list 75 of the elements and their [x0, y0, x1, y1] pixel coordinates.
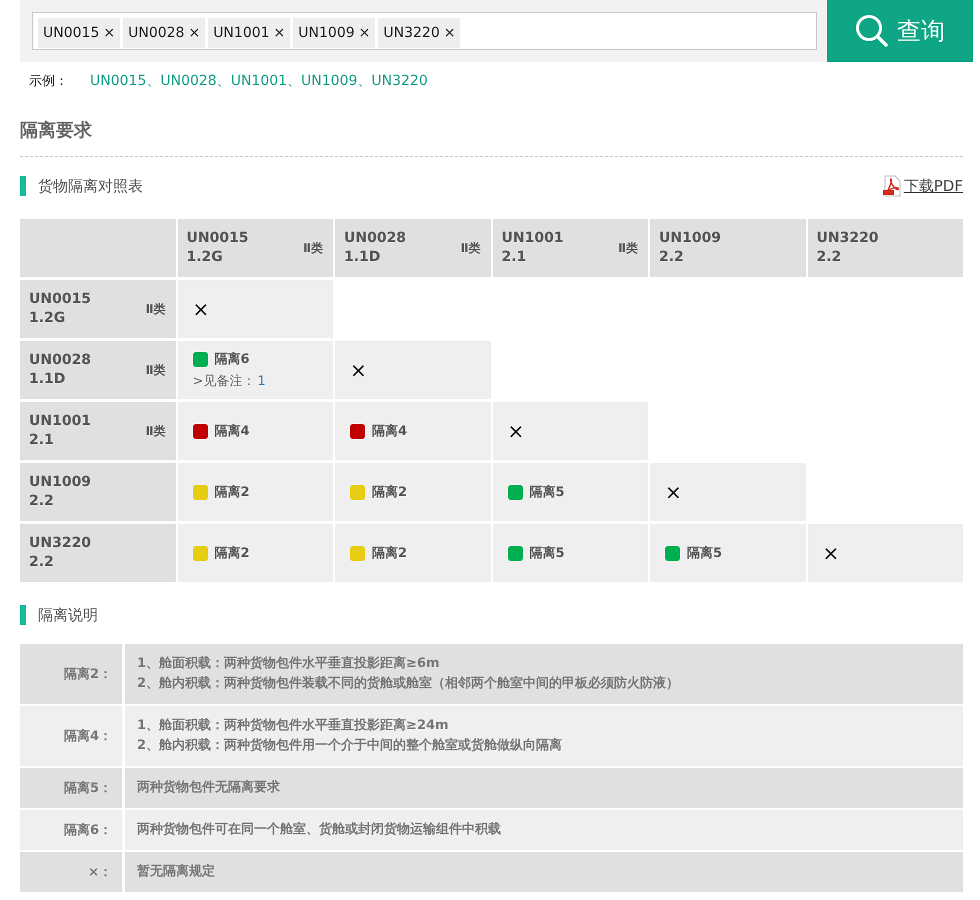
remove-tag-button[interactable]: × — [444, 25, 456, 41]
legend-title: 隔离说明 — [38, 606, 98, 624]
section-title: 隔离要求 — [20, 119, 93, 142]
level-label: 隔离5 — [530, 484, 565, 501]
legend-text: 两种货物包件无隔离要求 — [137, 778, 281, 797]
package-group: Ⅱ类 — [146, 362, 166, 378]
tag-label: UN0028 — [128, 25, 184, 41]
legend-text: 1、舱面积载：两种货物包件水平垂直投影距离≥24m — [137, 716, 450, 735]
remove-tag-button[interactable]: × — [274, 25, 286, 41]
remove-tag-button[interactable]: × — [358, 25, 370, 41]
pdf-icon — [882, 175, 902, 197]
un-number: UN3220 — [29, 534, 92, 553]
package-group: Ⅱ类 — [146, 300, 166, 318]
un-number: UN1009 — [29, 473, 92, 492]
tag-label: UN0015 — [43, 25, 100, 41]
package-group: Ⅱ类 — [460, 240, 480, 256]
hazard-class: 2.2 — [659, 248, 685, 267]
accent-bar — [20, 605, 26, 625]
hazard-class: 2.2 — [29, 492, 55, 511]
legend-label: ×： — [20, 852, 122, 892]
none-mark: × — [822, 543, 840, 563]
level-label: 隔离5 — [530, 544, 565, 562]
hazard-class: 2.2 — [816, 248, 842, 267]
tag-label: UN1009 — [298, 25, 355, 41]
hazard-class: 2.1 — [502, 248, 528, 267]
tag-label: UN3220 — [383, 25, 440, 41]
example-label: 示例： — [29, 73, 68, 90]
hazard-class: 1.2G — [29, 309, 66, 328]
legend-label: 隔离4： — [20, 706, 122, 766]
level-label: 隔离2 — [214, 544, 250, 562]
none-mark: × — [192, 299, 210, 319]
package-group: Ⅱ类 — [618, 240, 638, 256]
un-number: UN0028 — [344, 229, 406, 248]
level-label: 隔离4 — [214, 422, 250, 440]
legend-label: 隔离2： — [20, 644, 122, 704]
none-mark: × — [508, 421, 526, 441]
none-mark: × — [665, 482, 683, 502]
table-title: 货物隔离对照表 — [38, 176, 143, 196]
legend-text: 2、舱内积载：两种货物包件装载不同的货舱或舱室（相邻两个舱室中间的甲板必须防火防液） — [137, 674, 680, 693]
package-group: Ⅱ类 — [146, 422, 166, 440]
un-number: UN1009 — [659, 229, 722, 248]
hazard-class: 1.1D — [344, 248, 382, 267]
un-number: UN0015 — [29, 290, 92, 309]
tag-label: UN1001 — [213, 25, 270, 41]
package-group: Ⅱ类 — [303, 240, 323, 256]
hazard-class: 2.1 — [29, 431, 55, 450]
note-label: >见备注： — [192, 374, 256, 389]
remove-tag-button[interactable]: × — [103, 25, 116, 41]
legend-text: 两种货物包件可在同一个舱室、货舱或封闭货物运输组件中积载 — [137, 820, 502, 839]
un-number: UN1001 — [29, 412, 92, 431]
legend-text: 2、舱内积载：两种货物包件用一个介于中间的整个舱室或货舱做纵向隔离 — [137, 736, 564, 755]
legend-label: 隔离5： — [20, 768, 122, 808]
search-icon — [855, 14, 889, 48]
un-number: UN3220 — [816, 229, 879, 248]
level-label: 隔离2 — [214, 484, 250, 501]
search-field[interactable]: UN0015 × UN0028 × UN1001 × UN1009 × UN3220 × — [32, 12, 817, 50]
legend-text: 暂无隔离规定 — [137, 862, 216, 881]
level-label: 隔离2 — [372, 484, 408, 501]
hazard-class: 1.2G — [186, 248, 224, 267]
un-number: UN0028 — [29, 351, 92, 370]
note-link[interactable]: 1 — [257, 374, 266, 389]
un-number: UN1001 — [502, 229, 564, 248]
remove-tag-button[interactable]: × — [188, 25, 200, 41]
download-link[interactable]: 下载PDF — [882, 175, 963, 197]
legend-text: 1、舱面积载：两种货物包件水平垂直投影距离≥6m — [137, 654, 441, 673]
un-number: UN0015 — [186, 229, 249, 248]
hazard-class: 1.1D — [29, 370, 66, 389]
level-label: 隔离4 — [372, 422, 408, 440]
legend-label: 隔离6： — [20, 810, 122, 850]
hazard-class: 2.2 — [29, 553, 55, 572]
accent-bar — [20, 176, 26, 196]
level-label: 隔离2 — [372, 544, 408, 562]
none-mark: × — [350, 360, 368, 380]
level-label: 隔离5 — [687, 544, 722, 562]
level-label: 隔离6 — [214, 350, 250, 368]
